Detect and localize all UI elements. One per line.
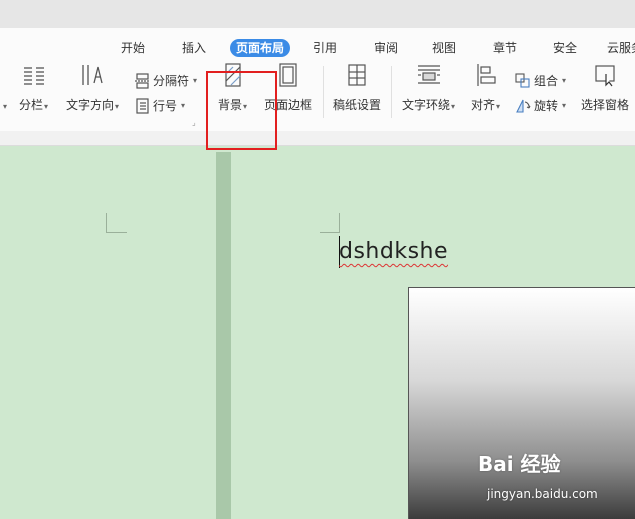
separator-label: 分隔符: [153, 74, 190, 88]
manuscript-icon: [344, 62, 370, 88]
group-icon: [515, 72, 531, 89]
annotation-highlight-box: [206, 71, 277, 150]
chevron-down-icon: ▾: [562, 76, 567, 85]
chevron-down-icon: ▾: [181, 101, 186, 110]
ribbon-divider: [391, 66, 392, 118]
text-wrap-button[interactable]: 文字环绕▾: [402, 62, 455, 113]
chevron-down-icon: ▾: [193, 76, 198, 85]
tab-chapter[interactable]: 章节: [493, 39, 517, 57]
line-number-button[interactable]: 行号 ▾: [134, 97, 185, 114]
chevron-down-icon: ▾: [562, 101, 567, 110]
group-button[interactable]: 组合 ▾: [515, 72, 566, 89]
chevron-down-icon[interactable]: ▾: [3, 102, 7, 111]
ribbon-divider: [323, 66, 324, 118]
align-button[interactable]: 对齐▾: [471, 62, 500, 113]
tab-start[interactable]: 开始: [121, 39, 145, 57]
gradient-image[interactable]: [408, 287, 635, 519]
watermark-url: jingyan.baidu.com: [487, 487, 598, 501]
chevron-down-icon: ▾: [451, 102, 456, 111]
align-label: 对齐: [471, 98, 496, 112]
tab-page-layout[interactable]: 页面布局: [230, 39, 291, 57]
rotate-label: 旋转: [534, 99, 559, 113]
text-wrap-icon: [416, 62, 442, 88]
group-label: 组合: [534, 74, 559, 88]
tab-review[interactable]: 审阅: [374, 39, 398, 57]
line-number-icon: [134, 97, 150, 114]
selection-pane-button[interactable]: 选择窗格: [581, 62, 629, 113]
rotate-icon: [515, 98, 531, 114]
align-icon: [473, 62, 499, 88]
manuscript-settings-button[interactable]: 稿纸设置: [333, 62, 381, 113]
ribbon-bottom-strip: [0, 131, 635, 146]
chevron-down-icon: ▾: [44, 102, 49, 111]
columns-icon: [21, 62, 47, 88]
manuscript-label: 稿纸设置: [333, 98, 382, 112]
page-border-icon: [275, 62, 301, 88]
margin-corner-mark: [106, 213, 127, 233]
separator-icon: [134, 72, 150, 89]
chevron-down-icon: ▾: [115, 102, 120, 111]
page-gutter: [216, 152, 231, 519]
selection-pane-icon: [592, 62, 618, 88]
columns-label: 分栏: [19, 98, 44, 112]
columns-button[interactable]: 分栏▾: [19, 62, 48, 113]
separator-button[interactable]: 分隔符 ▾: [134, 72, 197, 89]
tab-references[interactable]: 引用: [313, 39, 337, 57]
text-direction-icon: [80, 62, 106, 88]
group-expand-icon[interactable]: ⌟: [192, 118, 196, 127]
tab-security[interactable]: 安全: [553, 39, 577, 57]
document-text[interactable]: dshdkshe: [339, 239, 448, 264]
margin-corner-mark: [320, 213, 340, 233]
watermark-brand: Bai 经验: [478, 452, 561, 476]
tab-cloud-service[interactable]: 云服务: [607, 39, 635, 57]
tab-view[interactable]: 视图: [432, 39, 456, 57]
text-wrap-label: 文字环绕: [402, 98, 451, 112]
chevron-down-icon: ▾: [496, 102, 501, 111]
text-direction-label: 文字方向: [66, 98, 115, 112]
title-bar: [0, 0, 635, 28]
line-number-label: 行号: [153, 99, 178, 113]
selection-pane-label: 选择窗格: [581, 98, 630, 112]
text-direction-button[interactable]: 文字方向▾: [66, 62, 119, 113]
rotate-button[interactable]: 旋转 ▾: [515, 97, 566, 114]
tab-insert[interactable]: 插入: [182, 39, 206, 57]
